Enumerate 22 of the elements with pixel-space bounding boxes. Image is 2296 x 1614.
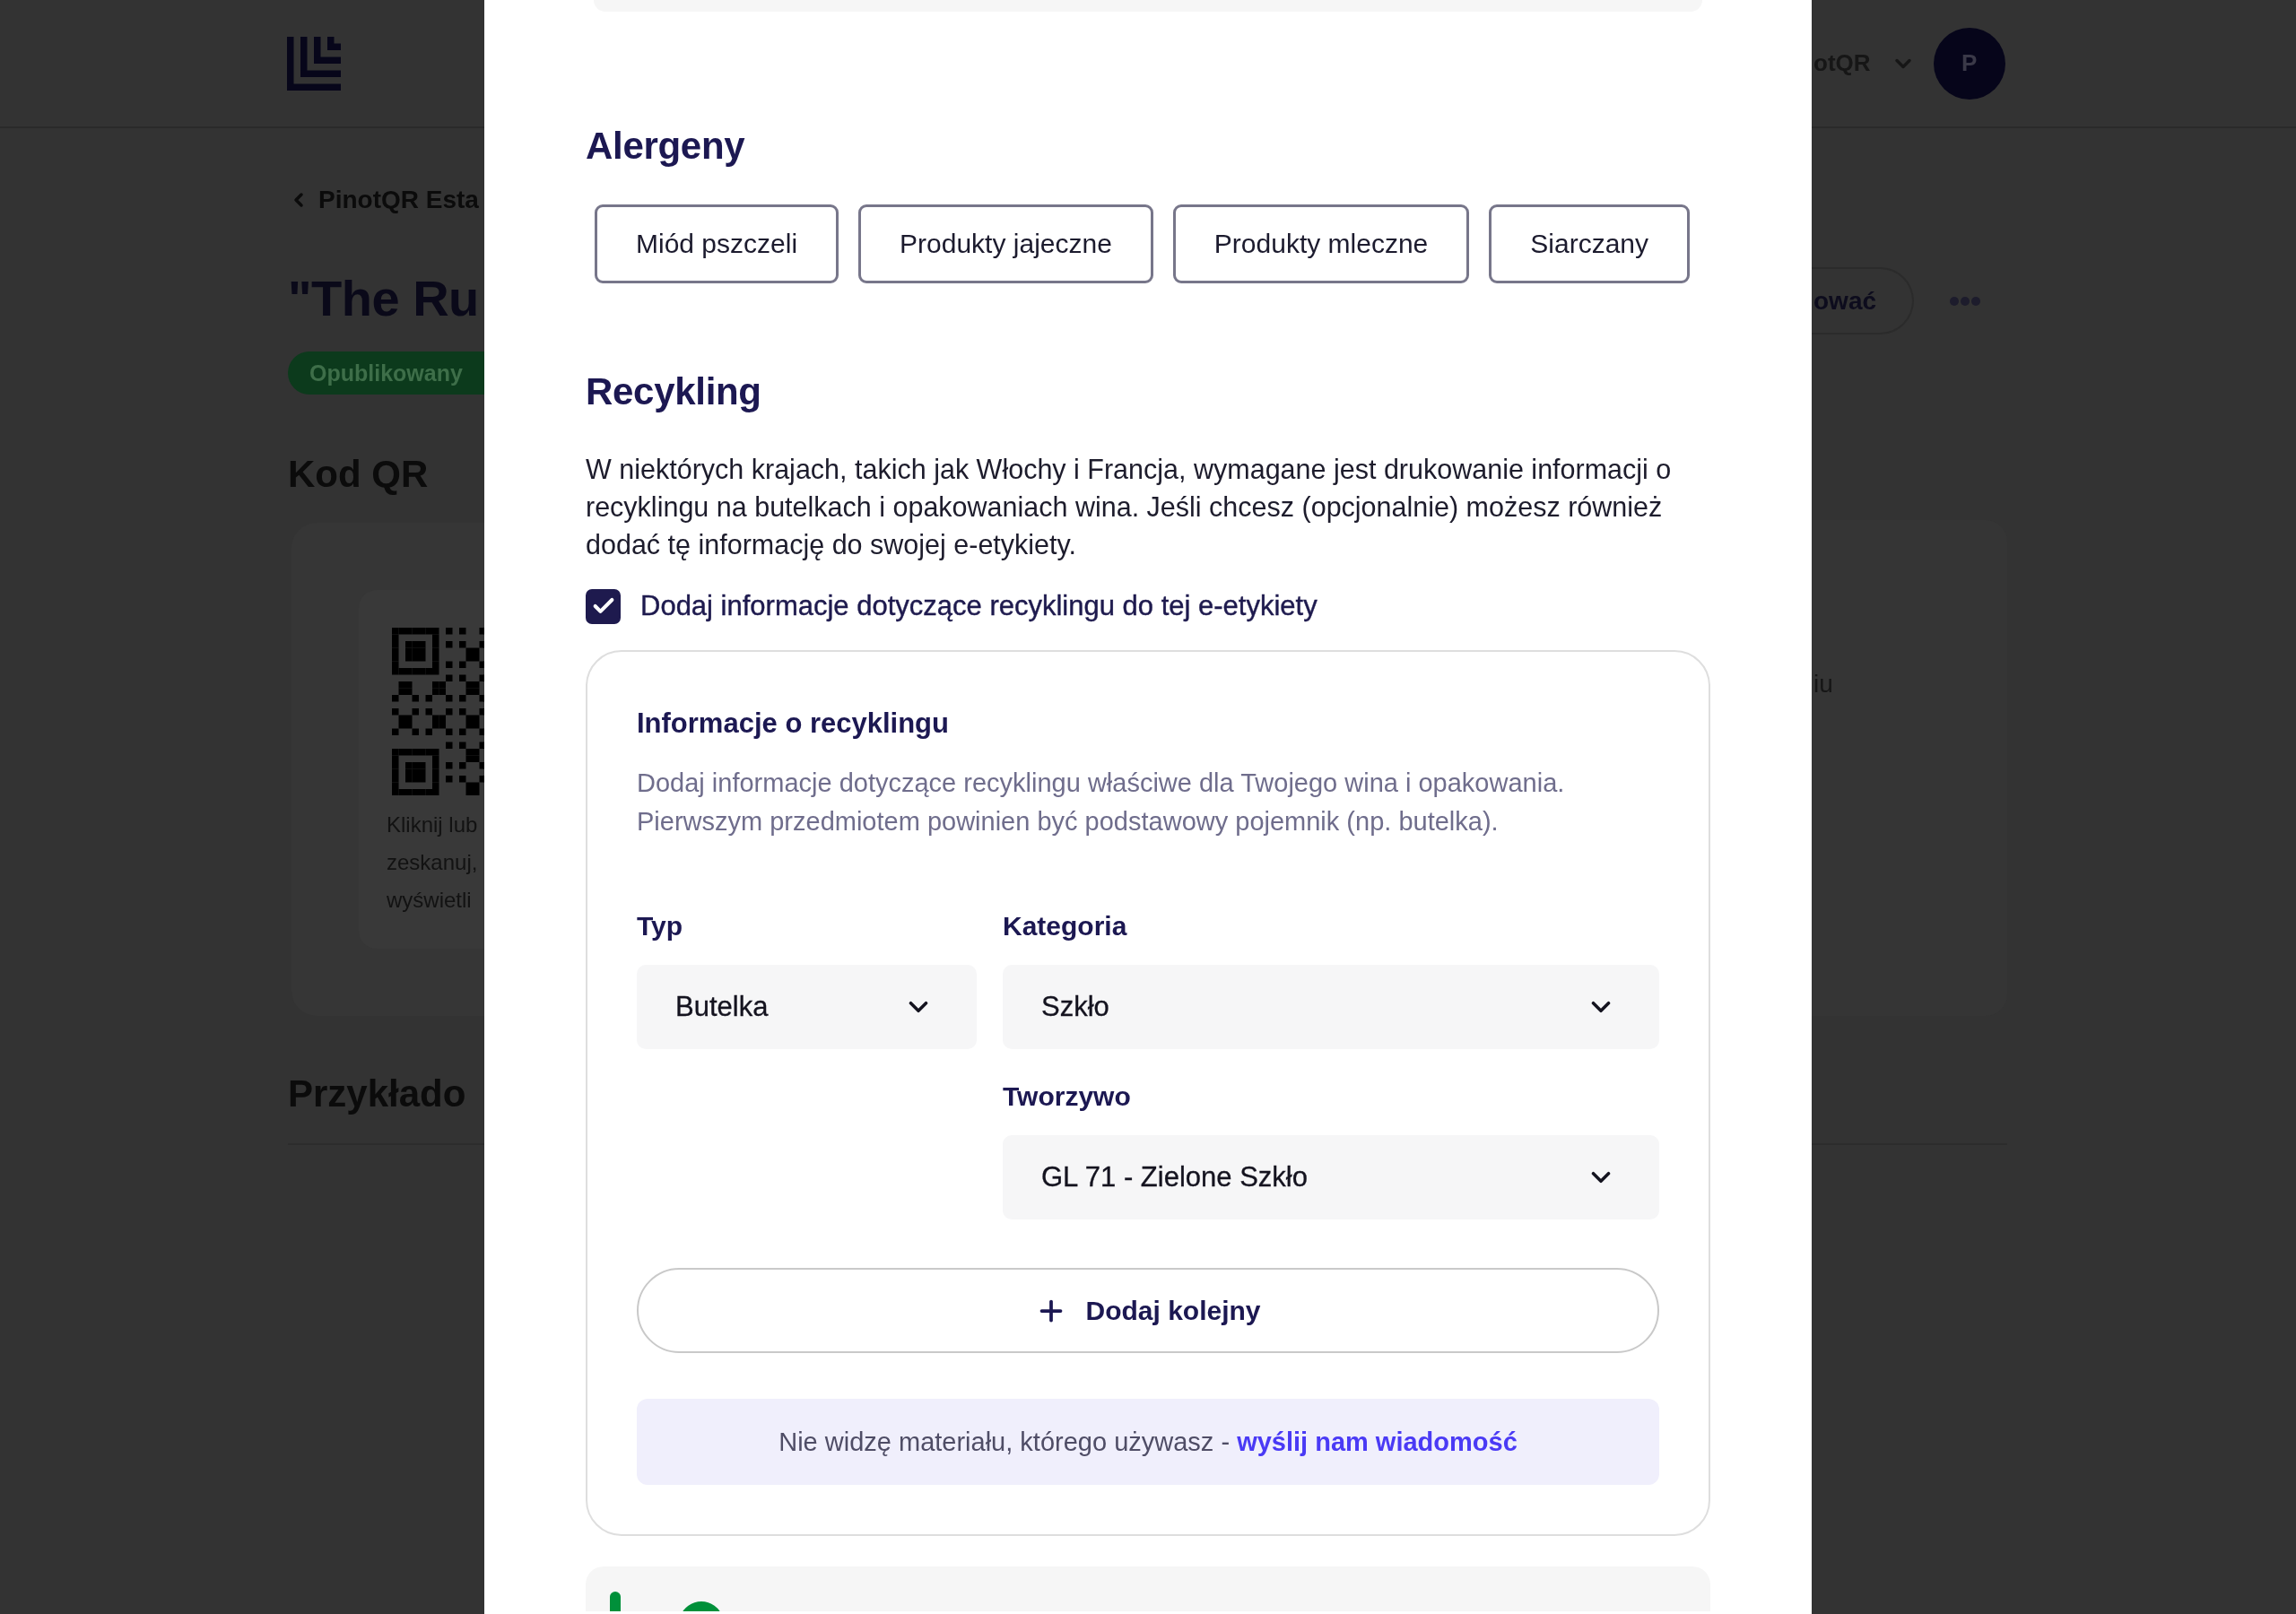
select-field[interactable]: GL 71 - Zielone Szkło bbox=[1003, 1135, 1659, 1219]
allergen-chip[interactable]: Miód pszczeli bbox=[595, 204, 839, 283]
select-field[interactable]: Szkło bbox=[1003, 965, 1659, 1049]
checkbox-label: Dodaj informacje dotyczące recyklingu do tej e-etykiety bbox=[640, 590, 1318, 622]
allergen-chip[interactable]: Siarczany bbox=[1489, 204, 1690, 283]
section-heading: Recykling bbox=[586, 369, 762, 414]
allergen-chip[interactable]: Produkty jajeczne bbox=[858, 204, 1153, 283]
card-description: Dodaj informacje dotyczące recyklingu właściwe dla Twojego wina i opakowania. Pierwszym przedmiotem powinien być podstawowy pojemnik (np. butelka). bbox=[637, 768, 1566, 837]
field-label: Typ bbox=[637, 910, 684, 942]
allergen-chip[interactable]: Produkty mleczne bbox=[1172, 204, 1470, 283]
more-icon[interactable] bbox=[1950, 296, 1981, 306]
add-another-button[interactable]: Dodaj kolejny bbox=[637, 1268, 1659, 1353]
field-label: Tworzywo bbox=[1003, 1080, 1132, 1113]
select-field[interactable]: Butelka bbox=[637, 965, 977, 1049]
section-heading: Alergeny bbox=[586, 124, 746, 169]
card-title: Informacje o recyklingu bbox=[637, 707, 950, 741]
logo[interactable] bbox=[287, 36, 341, 91]
checkbox[interactable] bbox=[586, 588, 621, 624]
description-text: W niektórych krajach, takich jak Włochy i Francja, wymagane jest drukowanie informacji o recyklingu na butelkach i opakowaniach wina. Jeśli chcesz (opcjonalnie) możesz również dodać tę informację do swojej e-etykiety. bbox=[586, 453, 1673, 562]
message-link[interactable]: wyślij nam wiadomość bbox=[1237, 1427, 1518, 1456]
field-label: Kategoria bbox=[1003, 910, 1128, 942]
notice-text: Nie widzę materiału, którego używasz - wyślij nam wiadomość bbox=[778, 1427, 1518, 1457]
